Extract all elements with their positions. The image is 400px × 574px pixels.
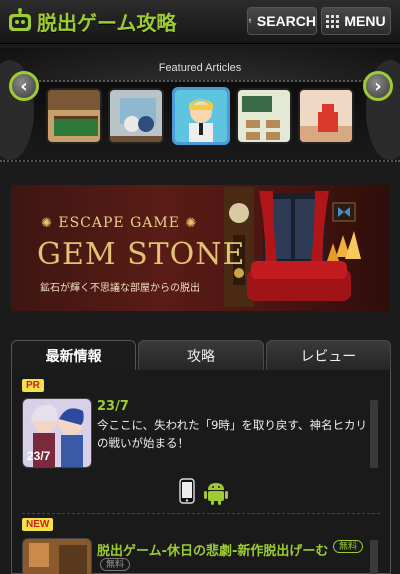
tab-latest[interactable]: 最新情報 [11,340,137,370]
grid-icon [326,14,340,28]
tab-walkthrough[interactable]: 攻略 [138,340,264,370]
tab-review[interactable]: レビュー [265,340,391,370]
search-label: SEARCH [256,13,316,29]
item-side-bar-1[interactable] [370,400,378,468]
tab-bar: 最新情報 攻略 レビュー [11,340,391,370]
banner-main-title: GEM STONE [37,237,246,272]
carousel-prev-button[interactable]: ‹ [2,46,46,126]
robot-logo-icon [6,7,34,35]
new-badge: NEW [22,518,54,531]
carousel-next-button[interactable]: › [356,46,400,126]
chevron-right-icon: › [363,71,393,101]
featured-thumb-4[interactable] [236,88,292,144]
pr-badge: PR [22,379,44,392]
item-description-1: 今ここに、失われた「9時」を取り戻す、神名ヒカリの戦いが始まる！ [97,418,367,450]
banner-title: ✺ ESCAPE GAME ✺ [41,215,197,231]
item-divider [22,513,380,514]
header: 脱出ゲーム攻略 SEARCH MENU [0,0,400,44]
menu-label: MENU [344,13,386,29]
banner-subtitle: 鉱石が輝く不思議な部屋からの脱出 [40,283,200,294]
free-badge: 無料 [333,540,364,553]
free-badge-secondary: 無料 [100,558,131,571]
featured-thumb-3[interactable] [172,87,230,145]
gear-icon: ✺ [41,216,53,231]
menu-button[interactable]: MENU [321,7,391,35]
logo[interactable]: 脱出ゲーム攻略 [6,6,176,36]
logo-text: 脱出ゲーム攻略 [37,10,177,35]
key-icon [248,18,252,24]
item-thumbnail-2[interactable] [22,538,92,574]
search-button[interactable]: SEARCH [247,7,317,35]
featured-title: Featured Articles [158,62,242,74]
android-icon [204,483,228,505]
chevron-left-icon: ‹ [9,71,39,101]
featured-thumb-2[interactable] [108,88,164,144]
item-title-1[interactable]: 23/7 [97,399,129,414]
featured-thumb-1[interactable] [46,88,102,144]
game-banner[interactable]: ✺ ESCAPE GAME ✺ GEM STONE 鉱石が輝く不思議な部屋からの… [11,185,389,311]
item-thumbnail-1[interactable]: 23/7 [22,398,92,468]
featured-thumb-5[interactable] [298,88,354,144]
iphone-icon [179,478,195,504]
banner-title-text: ESCAPE GAME [58,215,180,231]
thumb-label: 23/7 [27,449,51,463]
item-side-bar-2[interactable] [370,540,378,574]
item-title-2[interactable]: 脱出ゲーム-休日の悲劇-新作脱出げーむ [97,540,328,559]
gear-icon: ✺ [185,216,198,231]
